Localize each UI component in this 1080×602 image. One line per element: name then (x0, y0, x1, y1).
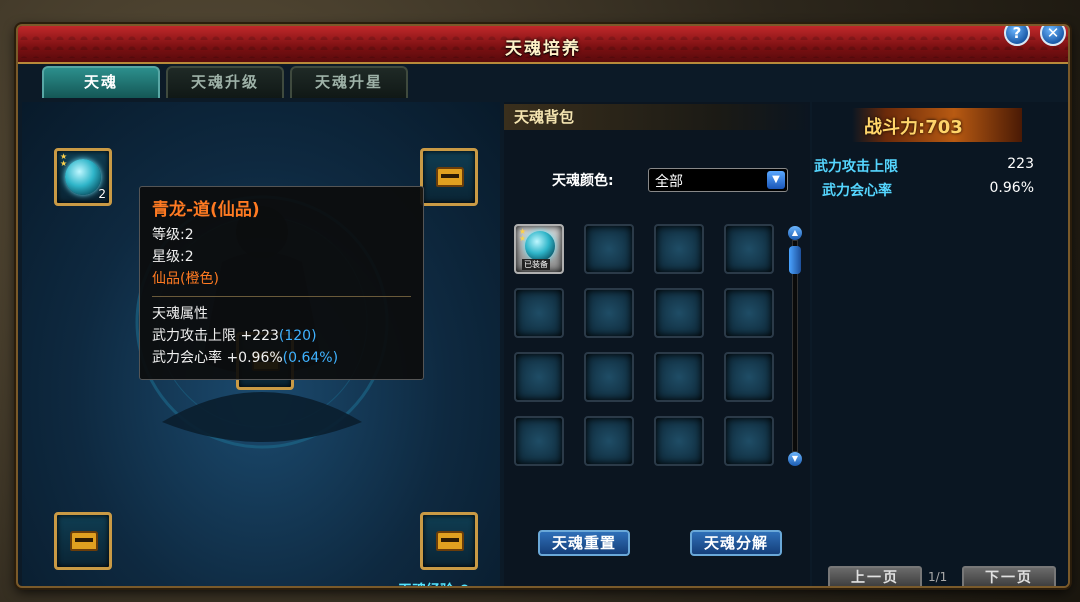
bag-scrollbar[interactable]: ▲ ▼ (788, 226, 802, 466)
color-filter-select[interactable]: 全部 ▼ (648, 168, 788, 192)
soul-reset-button[interactable]: 天魂重置 (538, 530, 630, 556)
bag-slot[interactable] (724, 224, 774, 274)
soul-bag-panel: 天魂背包 天魂颜色: 全部 ▼ ★ ★ 已装备 ▲ ▼ 天魂重置 天魂分解 (504, 102, 810, 586)
chest-icon (70, 531, 98, 551)
scroll-thumb[interactable] (789, 246, 801, 274)
stat-row: 武力攻击上限 223 (814, 156, 1034, 176)
attr2-name: 武力会心率 (152, 350, 222, 366)
tooltip-title: 青龙-道(仙品) (152, 200, 260, 220)
stat-value: 223 (1007, 156, 1034, 172)
tab-soul-star[interactable]: 天魂升星 (290, 66, 408, 98)
scroll-up-icon[interactable]: ▲ (788, 226, 802, 240)
color-filter-label: 天魂颜色: (552, 173, 614, 189)
tooltip-attr-header: 天魂属性 (152, 306, 208, 322)
tooltip-level: 等级:2 (152, 227, 194, 243)
soul-slot-bottom-right[interactable] (420, 512, 478, 570)
bag-slot[interactable] (654, 224, 704, 274)
tooltip-star: 星级:2 (152, 249, 194, 265)
stats-panel: 战斗力:703 武力攻击上限 223 武力会心率 0.96% 上一页 1/1 下… (812, 102, 1068, 586)
stat-row: 武力会心率 0.96% (814, 180, 1034, 200)
attr1-name: 武力攻击上限 (152, 328, 236, 344)
soul-exp-label: 天魂经验:0 (398, 580, 469, 586)
stat-name: 武力攻击上限 (814, 159, 898, 175)
attr1-value: +223 (240, 328, 279, 344)
stat-name: 武力会心率 (822, 183, 892, 199)
tab-bar: 天魂 天魂升级 天魂升星 (42, 66, 408, 98)
soul-slot-bottom-left[interactable] (54, 512, 112, 570)
equipped-tag: 已装备 (522, 259, 550, 270)
combat-power: 战斗力:703 (852, 108, 1022, 142)
bag-slot[interactable] (584, 288, 634, 338)
bag-slot[interactable] (514, 288, 564, 338)
bag-slot[interactable] (584, 224, 634, 274)
soul-orb-icon (65, 159, 101, 195)
color-filter-value: 全部 (655, 174, 683, 190)
star-icon: ★ ★ (60, 152, 68, 168)
chest-icon (436, 167, 464, 187)
attr1-base: (120) (278, 328, 317, 344)
page-indicator: 1/1 (928, 570, 948, 584)
tooltip-quality: 仙品(橙色) (152, 271, 219, 287)
chest-icon (436, 531, 464, 551)
scroll-down-icon[interactable]: ▼ (788, 452, 802, 466)
tab-soul-upgrade[interactable]: 天魂升级 (166, 66, 284, 98)
stat-value: 0.96% (989, 180, 1034, 196)
soul-slot-top-left[interactable]: ★ ★ 2 (54, 148, 112, 206)
bag-slot[interactable] (724, 352, 774, 402)
bag-header: 天魂背包 (504, 104, 810, 130)
tab-soul[interactable]: 天魂 (42, 66, 160, 98)
soul-orb-icon (525, 231, 555, 261)
bag-slot[interactable] (514, 416, 564, 466)
slot-count: 2 (98, 187, 106, 201)
soul-tooltip: 青龙-道(仙品) 等级:2 星级:2 仙品(橙色) 天魂属性 武力攻击上限 +2… (139, 186, 424, 380)
tooltip-attr2: 武力会心率 +0.96%(0.64%) (152, 347, 411, 369)
attr2-value: +0.96% (226, 350, 283, 366)
prev-page-button[interactable]: 上一页 (828, 566, 922, 586)
next-page-button[interactable]: 下一页 (962, 566, 1056, 586)
bag-slot[interactable] (724, 416, 774, 466)
bag-slot[interactable] (514, 352, 564, 402)
chevron-down-icon[interactable]: ▼ (767, 171, 785, 189)
tooltip-divider (152, 296, 411, 297)
bag-slot[interactable] (654, 352, 704, 402)
attr2-base: (0.64%) (282, 350, 339, 366)
bag-grid: ★ ★ 已装备 (514, 224, 774, 466)
window-title: 天魂培养 (505, 39, 581, 59)
title-bar[interactable]: 天魂培养 (18, 26, 1068, 64)
bag-slot[interactable] (584, 352, 634, 402)
soul-decompose-button[interactable]: 天魂分解 (690, 530, 782, 556)
bag-slot[interactable] (584, 416, 634, 466)
bag-slot[interactable] (654, 288, 704, 338)
bag-slot[interactable] (724, 288, 774, 338)
bag-slot[interactable]: ★ ★ 已装备 (514, 224, 564, 274)
bag-slot[interactable] (654, 416, 704, 466)
soul-cultivation-window: 天魂培养 ? ✕ 天魂 天魂升级 天魂升星 ★ ★ 2 青龙-道(仙品) 等级:… (16, 24, 1070, 588)
tooltip-attr1: 武力攻击上限 +223(120) (152, 325, 411, 347)
soul-slot-top-right[interactable] (420, 148, 478, 206)
